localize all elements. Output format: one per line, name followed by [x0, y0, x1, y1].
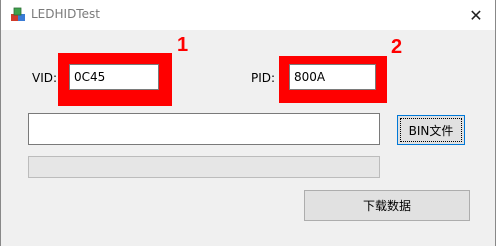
download-progress-bar: [28, 156, 380, 178]
bin-file-path-input[interactable]: [28, 113, 380, 145]
close-icon: ✕: [469, 5, 483, 25]
pid-input[interactable]: [289, 64, 376, 90]
vid-annotation-number: 1: [177, 34, 189, 56]
close-button[interactable]: ✕: [459, 2, 493, 28]
pid-label: PID:: [251, 71, 276, 85]
title-bar: LEDHIDTest ✕: [1, 0, 495, 30]
bin-file-button-label: BIN文件: [408, 123, 454, 138]
download-data-button-label: 下载数据: [362, 199, 411, 213]
pid-annotation-number: 2: [391, 36, 403, 58]
window-title: LEDHIDTest: [31, 7, 100, 21]
app-icon: [11, 7, 25, 21]
vid-label: VID:: [32, 71, 58, 85]
app-window: LEDHIDTest ✕ VID: 1 PID: 2 BIN文件 下载数据: [0, 0, 496, 246]
vid-input[interactable]: [69, 64, 159, 90]
bin-file-button[interactable]: BIN文件: [397, 115, 465, 145]
download-data-button[interactable]: 下载数据: [304, 190, 470, 221]
